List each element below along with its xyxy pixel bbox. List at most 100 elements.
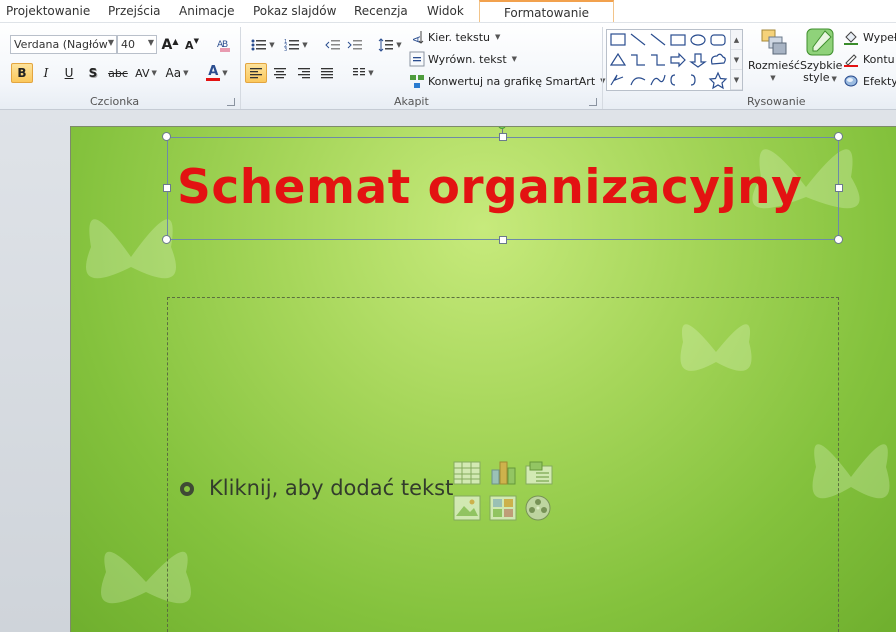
bold-button[interactable]: B: [11, 63, 33, 83]
numbering-button[interactable]: 1 2 3 ▼: [281, 35, 311, 55]
font-size-combo[interactable]: 40 ▼: [117, 35, 157, 54]
bullets-button[interactable]: ▼: [248, 35, 278, 55]
quick-styles-button[interactable]: Szybkie style ▼: [800, 27, 842, 85]
insert-chart-icon[interactable]: [491, 461, 516, 485]
resize-handle-top-right[interactable]: [834, 132, 843, 141]
chevron-down-icon: ▼: [770, 74, 776, 82]
align-center-icon: [274, 68, 286, 79]
shape-effects-button[interactable]: Efekty: [843, 73, 896, 89]
shape-effects-label: Efekty: [863, 74, 896, 88]
pen-outline-icon: [844, 54, 858, 67]
arrange-label: Rozmieść: [748, 59, 800, 72]
bullet-icon: [180, 482, 194, 496]
font-color-button[interactable]: A ▼: [203, 63, 231, 83]
effects-icon: [844, 75, 858, 87]
group-separator: [240, 27, 241, 109]
character-spacing-button[interactable]: AV ▼: [133, 63, 159, 83]
align-center-button[interactable]: [270, 63, 290, 83]
title-placeholder[interactable]: Schemat organizacyjny: [167, 137, 839, 240]
tab-slideshow[interactable]: Pokaz slajdów: [253, 4, 336, 18]
svg-text:3: 3: [284, 47, 287, 52]
content-placeholder-text[interactable]: Kliknij, aby dodać tekst: [209, 476, 453, 500]
shadow-button[interactable]: S: [83, 63, 103, 83]
increase-indent-icon: [347, 40, 362, 50]
star-shape-icon: [708, 71, 728, 90]
align-text-label: Wyrówn. tekst: [428, 52, 507, 66]
shape-fill-button[interactable]: Wypeł: [843, 29, 896, 45]
paragraph-group-label: Akapit: [394, 95, 429, 108]
elbow-connector-icon: [631, 54, 645, 66]
tab-format[interactable]: Formatowanie: [479, 0, 614, 24]
gallery-more-icon[interactable]: ▼: [731, 70, 742, 90]
elbow-arrow-icon: [651, 54, 665, 66]
tab-animations[interactable]: Animacje: [179, 4, 235, 18]
underline-button[interactable]: U: [59, 63, 79, 83]
align-left-button[interactable]: [245, 63, 267, 83]
resize-handle-left[interactable]: [163, 184, 171, 192]
decrease-indent-button[interactable]: [323, 35, 343, 55]
align-text-button[interactable]: Wyrówn. tekst ▼: [409, 51, 517, 67]
shape-outline-label: Kontu: [863, 52, 895, 66]
resize-handle-bottom-right[interactable]: [834, 235, 843, 244]
insert-smartart-icon[interactable]: [525, 461, 553, 485]
down-arrow-shape-icon: [689, 53, 707, 68]
increase-indent-button[interactable]: [345, 35, 365, 55]
shape-fill-label: Wypeł: [863, 30, 896, 44]
align-left-icon: [250, 68, 262, 79]
arrange-button[interactable]: Rozmieść ▼: [748, 27, 800, 84]
convert-smartart-button[interactable]: Konwertuj na grafikę SmartArt▼: [409, 73, 606, 89]
chevron-down-icon[interactable]: ▼: [731, 50, 742, 70]
ribbon: Verdana (Nagłów ▼ 40 ▼ A ▲ A ▼ AB B I U S …: [0, 22, 896, 110]
arrange-icon: [761, 29, 787, 55]
resize-handle-top[interactable]: [499, 133, 507, 141]
font-color-swatch: [206, 77, 221, 81]
chevron-up-icon[interactable]: ▲: [731, 30, 742, 50]
tab-design[interactable]: Projektowanie: [6, 4, 90, 18]
triangle-shape-icon: [609, 52, 627, 66]
shape-outline-button[interactable]: Kontu: [843, 51, 895, 67]
smartart-label: Konwertuj na grafikę SmartArt: [428, 74, 596, 88]
resize-handle-right[interactable]: [835, 184, 843, 192]
font-name-combo[interactable]: Verdana (Nagłów ▼: [10, 35, 117, 54]
insert-table-icon[interactable]: [453, 461, 481, 485]
paragraph-dialog-launcher-icon[interactable]: [589, 98, 597, 106]
clear-formatting-icon: AB: [217, 40, 230, 52]
insert-picture-icon[interactable]: [453, 495, 481, 521]
clear-formatting-button[interactable]: AB: [214, 35, 234, 55]
italic-button[interactable]: I: [36, 63, 56, 83]
shrink-arrow-icon: ▼: [193, 37, 199, 45]
line-spacing-button[interactable]: ▼: [377, 35, 403, 55]
arrow-line-shape-icon: [650, 33, 666, 46]
resize-handle-bottom[interactable]: [499, 236, 507, 244]
cloud-shape-icon: [710, 53, 726, 65]
resize-handle-bottom-left[interactable]: [162, 235, 171, 244]
columns-button[interactable]: ▼: [349, 63, 377, 83]
slide-canvas[interactable]: Schemat organizacyjny Kliknij, aby dodać…: [70, 126, 896, 632]
insert-media-icon[interactable]: [525, 495, 551, 521]
tab-transitions[interactable]: Przejścia: [108, 4, 161, 18]
rounded-rect-shape-icon: [710, 34, 726, 46]
justify-button[interactable]: [317, 63, 337, 83]
align-right-button[interactable]: [294, 63, 314, 83]
grow-arrow-icon: ▲: [172, 36, 179, 46]
text-box-shape-icon: [610, 33, 626, 46]
resize-handle-top-left[interactable]: [162, 132, 171, 141]
text-direction-button[interactable]: A Kier. tekstu ▼: [409, 29, 500, 45]
slide-title[interactable]: Schemat organizacyjny: [177, 160, 802, 215]
tab-view[interactable]: Widok: [427, 4, 464, 18]
grow-font-button[interactable]: A ▲: [160, 35, 180, 55]
strikethrough-button[interactable]: abc: [107, 63, 129, 83]
spacing-label: AV: [135, 66, 150, 80]
content-placeholder[interactable]: Kliknij, aby dodać tekst: [167, 297, 839, 632]
shapes-gallery[interactable]: ▲ ▼ ▼: [606, 29, 743, 91]
chevron-down-icon: ▼: [511, 55, 518, 63]
change-case-button[interactable]: Aa ▼: [164, 63, 190, 83]
gallery-scrollbar[interactable]: ▲ ▼ ▼: [730, 30, 742, 90]
curve-shape-icon: [650, 74, 666, 86]
shrink-font-button[interactable]: A ▼: [182, 35, 202, 55]
align-text-icon: [409, 51, 425, 67]
insert-clipart-icon[interactable]: [489, 495, 517, 521]
right-brace-shape-icon: [690, 74, 696, 86]
font-dialog-launcher-icon[interactable]: [227, 98, 235, 106]
tab-review[interactable]: Recenzja: [354, 4, 408, 18]
